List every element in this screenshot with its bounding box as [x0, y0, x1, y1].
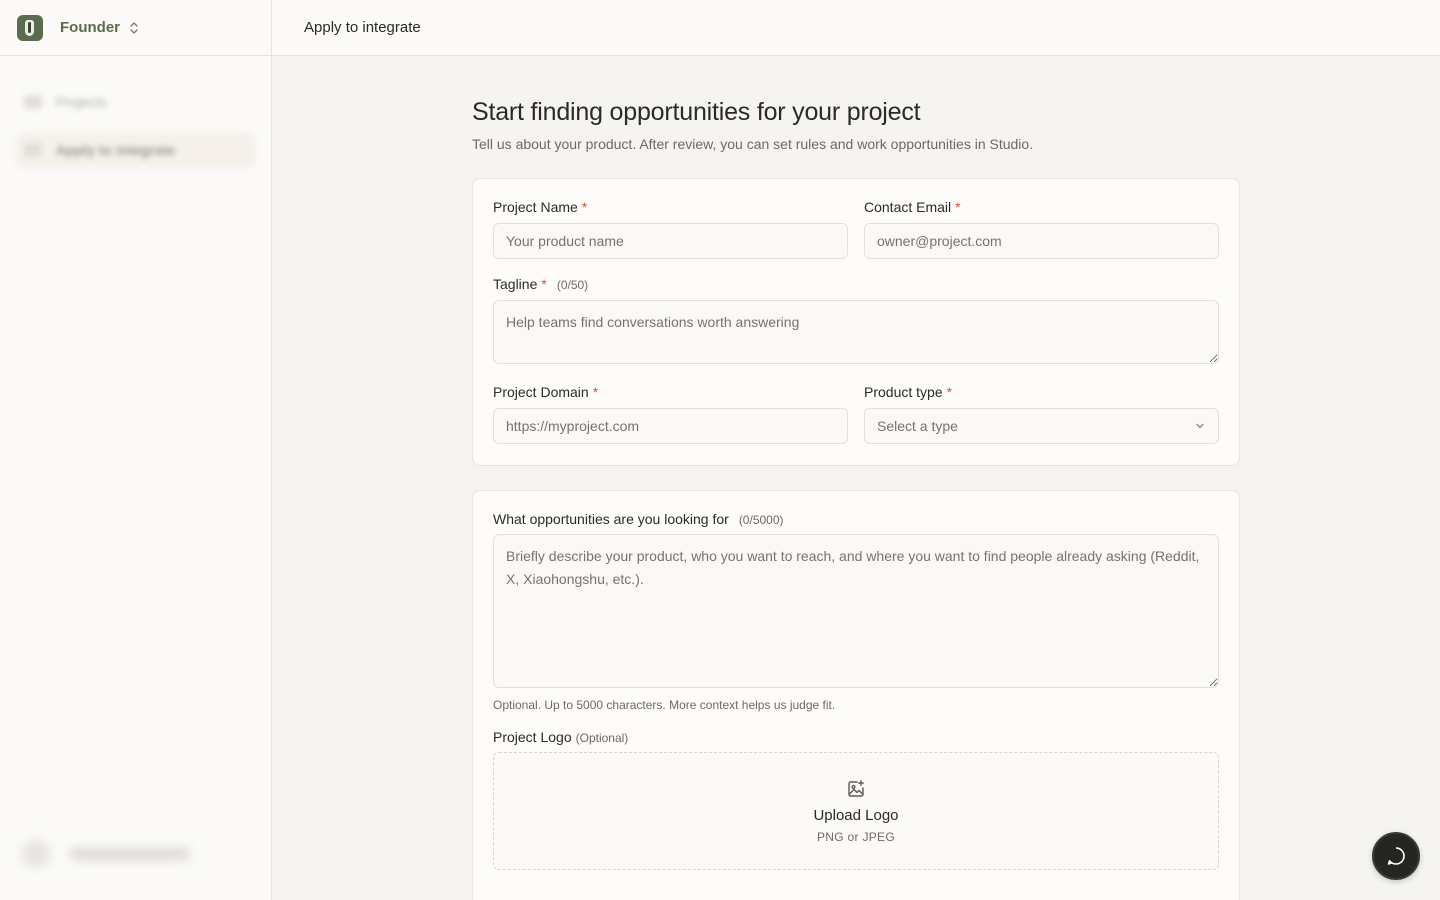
label-text: Tagline	[493, 276, 538, 292]
workspace-name: Founder	[60, 19, 120, 36]
avatar	[22, 840, 50, 868]
sidebar-item-label: Projects	[56, 94, 107, 110]
sidebar-item-label: Apply to integrate	[56, 142, 176, 158]
label-text: Project Name	[493, 199, 578, 215]
opportunities-char-count: (0/5000)	[738, 513, 784, 527]
contact-email-input[interactable]	[864, 223, 1219, 259]
label-text: Product type	[864, 384, 943, 400]
opportunities-helper-text: Optional. Up to 5000 characters. More co…	[493, 698, 836, 712]
label-text: Project Domain	[493, 384, 589, 400]
contact-email-label: Contact Email *	[864, 199, 1219, 215]
tagline-label: Tagline * (0/50)	[493, 276, 1219, 292]
chevron-down-icon	[1196, 423, 1204, 429]
sidebar-nav: Projects Apply to integrate	[0, 56, 271, 168]
workspace-switcher[interactable]: Founder	[0, 0, 271, 56]
chevron-up-down-icon	[130, 21, 138, 34]
sidebar-item-projects[interactable]: Projects	[16, 84, 255, 120]
required-mark: *	[946, 384, 953, 400]
label-text: What opportunities are you looking for	[493, 511, 729, 527]
page-subtitle: Tell us about your product. After review…	[472, 136, 1034, 152]
founder-logo-icon	[17, 14, 43, 41]
plug-icon	[24, 143, 42, 157]
required-mark: *	[541, 276, 547, 292]
sidebar-item-apply[interactable]: Apply to integrate	[16, 132, 255, 168]
product-type-select[interactable]: Select a type	[864, 408, 1219, 444]
required-mark: *	[592, 384, 599, 400]
image-plus-icon	[848, 779, 864, 797]
page-breadcrumb: Apply to integrate	[304, 19, 421, 36]
user-name-placeholder	[70, 847, 190, 861]
label-text: Project Logo	[493, 729, 572, 745]
project-logo-label: Project Logo (Optional)	[493, 729, 1219, 745]
project-name-label: Project Name *	[493, 199, 848, 215]
user-menu[interactable]	[22, 834, 222, 874]
sidebar: Founder Projects Apply to integrate	[0, 0, 272, 900]
chat-button[interactable]	[1372, 832, 1420, 880]
product-type-value: Select a type	[877, 418, 958, 434]
folder-icon	[24, 95, 42, 109]
logo-upload-dropzone[interactable]: Upload Logo PNG or JPEG	[493, 752, 1219, 870]
required-mark: *	[955, 199, 961, 215]
main-content: Start finding opportunities for your pro…	[472, 56, 1240, 900]
project-domain-label: Project Domain *	[493, 384, 848, 400]
upload-logo-formats: PNG or JPEG	[817, 829, 895, 844]
opportunities-textarea[interactable]	[493, 534, 1219, 688]
chat-bubble-icon	[1387, 847, 1405, 865]
topbar: Apply to integrate	[272, 0, 1440, 56]
optional-tag: (Optional)	[575, 731, 629, 745]
project-name-input[interactable]	[493, 223, 848, 259]
tagline-textarea[interactable]	[493, 300, 1219, 364]
required-mark: *	[581, 199, 588, 215]
upload-logo-title: Upload Logo	[813, 806, 899, 824]
page-title: Start finding opportunities for your pro…	[472, 98, 921, 126]
opportunities-card: What opportunities are you looking for (…	[472, 490, 1240, 900]
project-domain-input[interactable]	[493, 408, 848, 444]
opportunities-label: What opportunities are you looking for (…	[493, 511, 1219, 527]
product-type-label: Product type *	[864, 384, 1219, 400]
project-details-card: Project Name * Contact Email * Tagline *…	[472, 178, 1240, 466]
label-text: Contact Email	[864, 199, 952, 215]
tagline-char-count: (0/50)	[556, 278, 589, 292]
